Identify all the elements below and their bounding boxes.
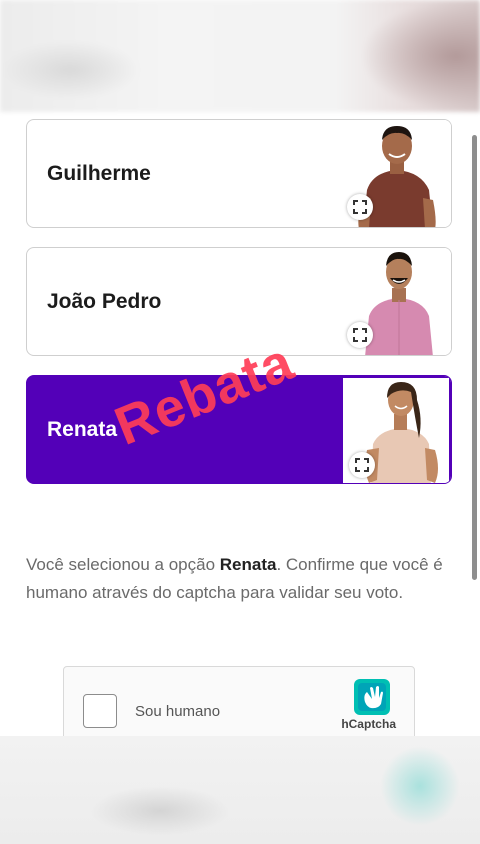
blurred-header bbox=[0, 0, 480, 112]
candidate-photo bbox=[343, 376, 451, 483]
expand-icon[interactable] bbox=[347, 322, 373, 348]
selection-info: Você selecionou a opção Renata. Confirme… bbox=[26, 551, 456, 607]
expand-icon[interactable] bbox=[347, 194, 373, 220]
candidate-name: Guilherme bbox=[47, 161, 151, 185]
info-prefix: Você selecionou a opção bbox=[26, 555, 220, 574]
candidate-photo bbox=[343, 248, 451, 355]
scrollbar[interactable] bbox=[472, 135, 477, 580]
hcaptcha-widget: Sou humano hCaptcha bbox=[63, 666, 415, 740]
candidate-photo bbox=[343, 120, 451, 227]
candidate-card-guilherme[interactable]: Guilherme bbox=[26, 119, 452, 228]
blurred-footer bbox=[0, 736, 480, 844]
candidate-name: João Pedro bbox=[47, 289, 162, 313]
captcha-label: Sou humano bbox=[135, 703, 221, 720]
expand-icon[interactable] bbox=[349, 452, 375, 478]
vote-page: Guilherme João Pedro Renata Rebata Você … bbox=[0, 0, 480, 844]
info-selected-name: Renata bbox=[219, 555, 277, 574]
candidate-card-joao-pedro[interactable]: João Pedro bbox=[26, 247, 452, 356]
captcha-checkbox[interactable] bbox=[83, 694, 117, 728]
candidate-name: Renata bbox=[47, 417, 118, 441]
hcaptcha-logo-icon[interactable] bbox=[352, 677, 392, 717]
captcha-brand: hCaptcha bbox=[341, 717, 396, 731]
